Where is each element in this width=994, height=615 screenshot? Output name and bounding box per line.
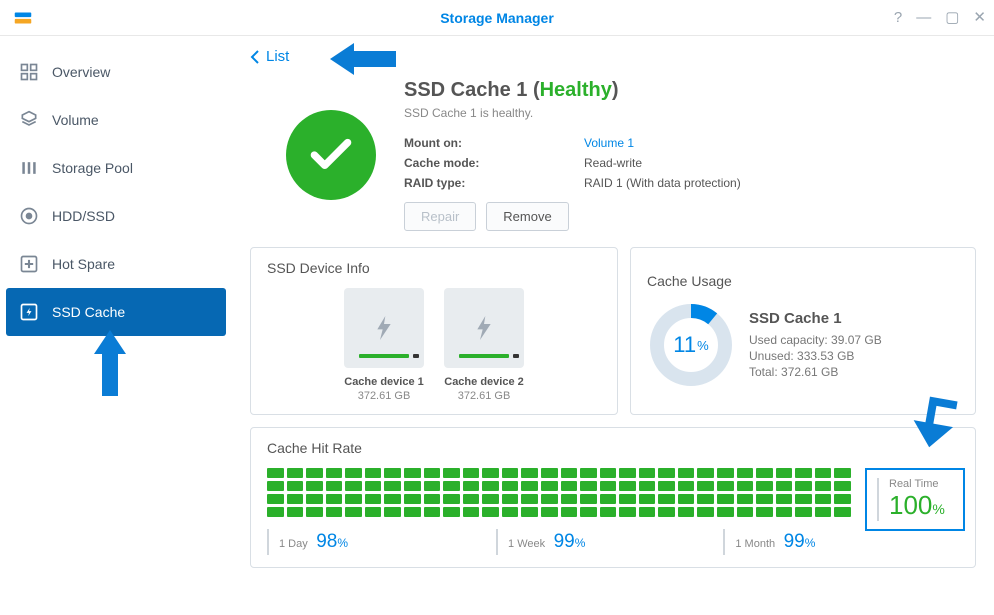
sidebar: Overview Volume Storage Pool HDD/SSD Hot…	[0, 36, 232, 615]
sidebar-item-label: Overview	[52, 64, 110, 80]
device-name: Cache device 2	[444, 376, 524, 388]
sidebar-item-storage-pool[interactable]: Storage Pool	[0, 144, 232, 192]
hit-rate-realtime: Real Time 100%	[865, 468, 965, 531]
usage-unused: Unused: 333.53 GB	[749, 349, 882, 363]
chevron-left-icon	[250, 50, 260, 64]
remove-button[interactable]: Remove	[486, 202, 568, 231]
hit-rate-stat-1month: 1 Month 99%	[723, 529, 825, 555]
info-value: RAID 1 (With data protection)	[584, 176, 741, 190]
ssd-device-icon	[344, 288, 424, 368]
maximize-button[interactable]: ▢	[945, 10, 959, 25]
app-icon	[12, 7, 34, 29]
cache-device[interactable]: Cache device 1 372.61 GB	[344, 288, 424, 402]
ssd-device-icon	[444, 288, 524, 368]
hdd-ssd-icon	[18, 205, 40, 227]
content: List SSD Cache 1 (Healthy) SSD Cache 1 i…	[232, 36, 994, 615]
cache-subtitle: SSD Cache 1 is healthy.	[404, 106, 976, 120]
back-to-list-link[interactable]: List	[250, 48, 289, 65]
info-label: Cache mode:	[404, 156, 584, 170]
help-button[interactable]: ?	[894, 10, 902, 25]
window-title: Storage Manager	[440, 10, 554, 26]
mount-on-link[interactable]: Volume 1	[584, 136, 634, 150]
info-label: Mount on:	[404, 136, 584, 150]
hit-rate-heatmap	[267, 468, 851, 517]
cache-title: SSD Cache 1 (Healthy)	[404, 79, 976, 102]
sidebar-item-label: Storage Pool	[52, 160, 133, 176]
hot-spare-icon	[18, 253, 40, 275]
sidebar-item-overview[interactable]: Overview	[0, 48, 232, 96]
health-status-icon	[286, 110, 376, 200]
sidebar-item-label: Volume	[52, 112, 99, 128]
titlebar: Storage Manager ? — ▢ ✕	[0, 0, 994, 36]
cache-device[interactable]: Cache device 2 372.61 GB	[444, 288, 524, 402]
device-size: 372.61 GB	[344, 390, 424, 402]
info-value: Read-write	[584, 156, 642, 170]
sidebar-item-hdd-ssd[interactable]: HDD/SSD	[0, 192, 232, 240]
panel-title: SSD Device Info	[267, 260, 601, 276]
ssd-cache-icon	[18, 301, 40, 323]
repair-button: Repair	[404, 202, 476, 231]
sidebar-item-label: SSD Cache	[52, 304, 125, 320]
sidebar-item-volume[interactable]: Volume	[0, 96, 232, 144]
info-label: RAID type:	[404, 176, 584, 190]
ssd-device-info-panel: SSD Device Info Cache device 1 372.61 GB	[250, 247, 618, 415]
usage-cache-name: SSD Cache 1	[749, 310, 882, 327]
panel-title: Cache Usage	[647, 273, 959, 289]
usage-donut-chart: 11%	[647, 301, 735, 389]
close-button[interactable]: ✕	[973, 10, 986, 25]
cache-usage-panel: Cache Usage 11% SSD Cache 1 Used capacit…	[630, 247, 976, 415]
sidebar-item-hot-spare[interactable]: Hot Spare	[0, 240, 232, 288]
storage-pool-icon	[18, 157, 40, 179]
panel-title: Cache Hit Rate	[267, 440, 959, 456]
sidebar-item-ssd-cache[interactable]: SSD Cache	[6, 288, 226, 336]
sidebar-item-label: HDD/SSD	[52, 208, 115, 224]
device-name: Cache device 1	[344, 376, 424, 388]
volume-icon	[18, 109, 40, 131]
back-label: List	[266, 48, 289, 65]
device-size: 372.61 GB	[444, 390, 524, 402]
hit-rate-stat-1day: 1 Day 98%	[267, 529, 358, 555]
overview-icon	[18, 61, 40, 83]
usage-total: Total: 372.61 GB	[749, 365, 882, 379]
usage-used: Used capacity: 39.07 GB	[749, 333, 882, 347]
sidebar-item-label: Hot Spare	[52, 256, 115, 272]
hit-rate-stat-1week: 1 Week 99%	[496, 529, 595, 555]
cache-hit-rate-panel: Cache Hit Rate 1 Day 98% 1 Week 99%	[250, 427, 976, 568]
minimize-button[interactable]: —	[916, 10, 931, 25]
